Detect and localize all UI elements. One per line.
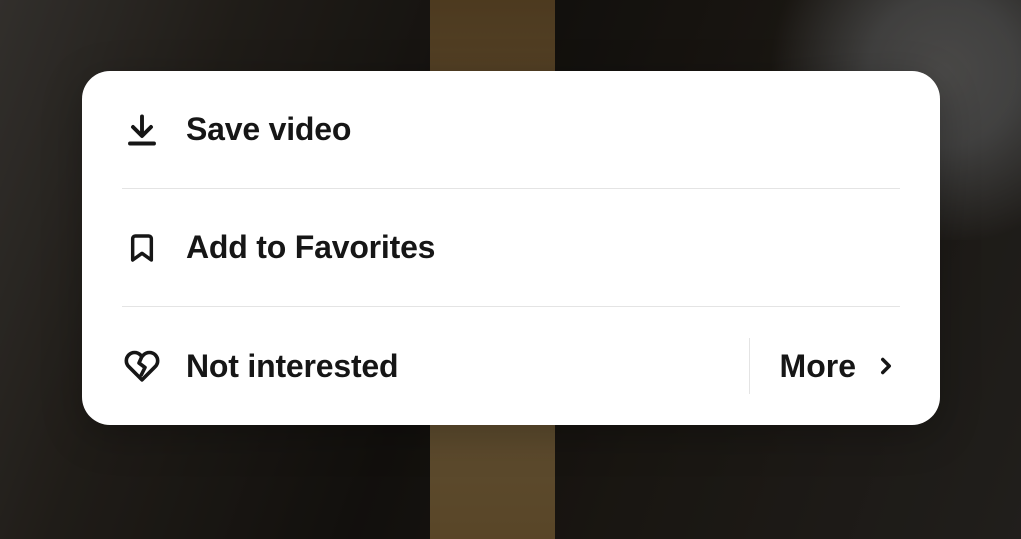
save-video-label: Save video bbox=[186, 111, 351, 148]
add-to-favorites-label: Add to Favorites bbox=[186, 229, 435, 266]
not-interested-button[interactable]: Not interested More bbox=[122, 307, 900, 425]
bookmark-icon bbox=[122, 228, 162, 268]
broken-heart-icon bbox=[122, 346, 162, 386]
add-to-favorites-button[interactable]: Add to Favorites bbox=[122, 189, 900, 307]
context-menu: Save video Add to Favorites Not interest… bbox=[82, 71, 940, 425]
chevron-right-icon bbox=[872, 352, 900, 380]
more-button[interactable]: More bbox=[749, 338, 900, 394]
save-video-button[interactable]: Save video bbox=[122, 71, 900, 189]
more-label: More bbox=[780, 348, 856, 385]
download-icon bbox=[122, 110, 162, 150]
not-interested-label: Not interested bbox=[186, 348, 398, 385]
